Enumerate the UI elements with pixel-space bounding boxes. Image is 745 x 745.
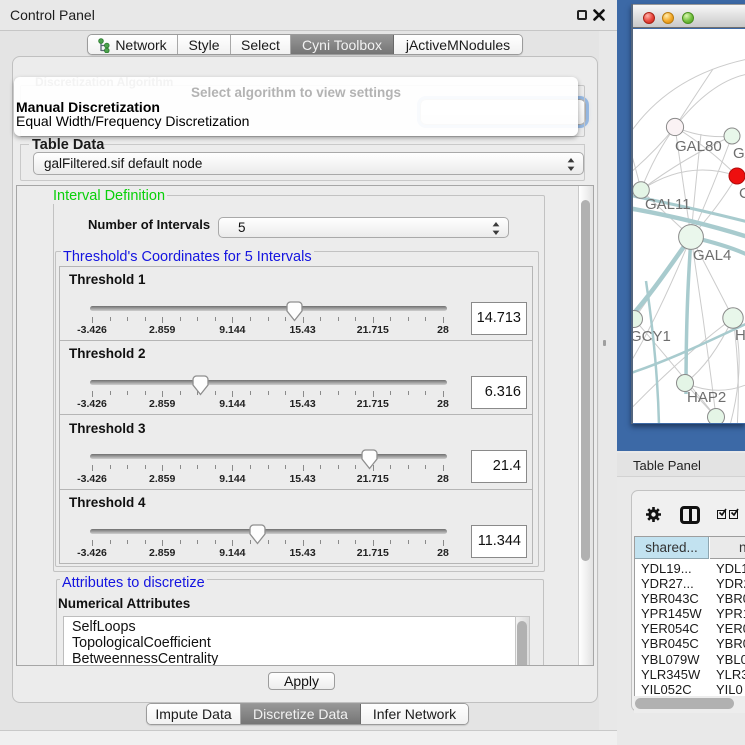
svg-text:GAL80: GAL80 [675,138,722,155]
svg-text:GA: GA [733,145,745,162]
svg-text:GAL11: GAL11 [645,196,691,213]
svg-text:C: C [739,185,745,202]
svg-text:GCY1: GCY1 [633,328,671,345]
svg-text:HAP2: HAP2 [687,389,726,406]
svg-text:H: H [735,327,745,344]
svg-text:GAL4: GAL4 [693,247,731,264]
